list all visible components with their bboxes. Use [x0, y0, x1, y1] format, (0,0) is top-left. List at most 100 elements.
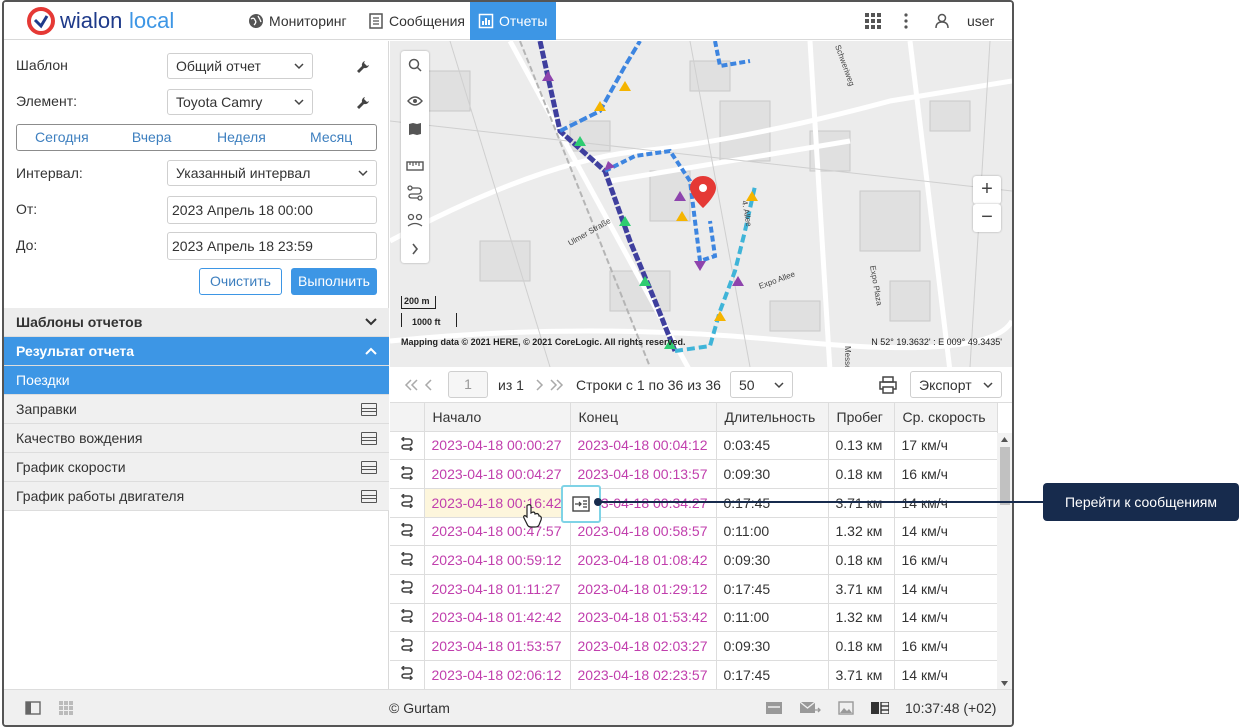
trip-route-icon[interactable] [400, 436, 414, 452]
zoom-out-button[interactable]: − [973, 204, 1001, 232]
wialon-logo[interactable]: wialon local [26, 6, 221, 36]
clear-button[interactable]: Очистить [199, 268, 282, 295]
prev-page-icon[interactable] [424, 379, 432, 391]
table-scrollbar[interactable] [997, 433, 1012, 689]
trip-route-icon[interactable] [400, 522, 414, 538]
trip-route-icon[interactable] [400, 637, 414, 653]
cell-end[interactable]: 2023-04-18 00:04:12 [570, 431, 717, 461]
scroll-up-icon[interactable] [1001, 437, 1008, 442]
chevron-right-icon[interactable] [401, 235, 429, 263]
result-item-driving-quality[interactable]: Качество вождения [4, 424, 389, 453]
to-input[interactable]: 2023 Апрель 18 23:59 [167, 232, 377, 260]
cell-end[interactable]: 2023-04-18 01:08:42 [570, 545, 717, 575]
trip-route-icon[interactable] [400, 579, 414, 595]
column-header-mileage[interactable]: Пробег [828, 403, 895, 432]
cell-start[interactable]: 2023-04-18 00:00:27 [424, 431, 571, 461]
print-icon[interactable] [879, 376, 897, 394]
cell-start[interactable]: 2023-04-18 01:53:57 [424, 631, 571, 661]
eye-icon[interactable] [401, 87, 429, 115]
cell-start[interactable]: 2023-04-18 01:42:42 [424, 603, 571, 633]
period-week[interactable]: Неделя [197, 125, 287, 150]
column-header-start[interactable]: Начало [424, 403, 571, 432]
cell-start[interactable]: 2023-04-18 00:16:42 [424, 488, 571, 518]
geofence-icon[interactable] [401, 207, 429, 235]
table-row[interactable]: 2023-04-18 00:04:27 2023-04-18 00:13:57 0:… [390, 459, 998, 489]
trip-icon-cell[interactable] [390, 574, 425, 604]
table-row[interactable]: 2023-04-18 01:11:27 2023-04-18 01:29:12 0:… [390, 574, 998, 604]
cell-end[interactable]: 2023-04-18 02:23:57 [570, 660, 717, 689]
period-month[interactable]: Месяц [286, 125, 376, 150]
table-row[interactable]: 2023-04-18 01:42:42 2023-04-18 01:53:42 0:… [390, 603, 998, 633]
trip-icon-cell[interactable] [390, 660, 425, 689]
run-button[interactable]: Выполнить [291, 268, 377, 295]
notifications-icon[interactable] [765, 701, 783, 715]
user-menu[interactable]: user [934, 2, 994, 40]
mail-icon[interactable] [799, 701, 821, 715]
wrench-icon[interactable] [356, 60, 370, 74]
page-number-input[interactable]: 1 [448, 371, 488, 398]
table-row[interactable]: 2023-04-18 01:53:57 2023-04-18 02:03:27 0:… [390, 631, 998, 661]
panel-toggle-icon[interactable] [25, 701, 41, 715]
scrollbar-thumb[interactable] [1000, 447, 1010, 505]
table-row[interactable]: 2023-04-18 00:00:27 2023-04-18 00:04:12 0:… [390, 431, 998, 461]
zoom-in-button[interactable]: + [973, 176, 1001, 204]
table-row[interactable]: 2023-04-18 00:47:57 2023-04-18 00:58:57 0:… [390, 517, 998, 547]
ruler-icon[interactable] [401, 151, 429, 179]
trip-icon-cell[interactable] [390, 459, 425, 489]
wrench-icon[interactable] [356, 96, 370, 110]
cell-start[interactable]: 2023-04-18 00:47:57 [424, 517, 571, 547]
table-icon[interactable] [361, 431, 377, 445]
cell-end[interactable]: 2023-04-18 01:53:42 [570, 603, 717, 633]
interval-select[interactable]: Указанный интервал [167, 160, 377, 186]
cell-start[interactable]: 2023-04-18 00:59:12 [424, 545, 571, 575]
page-size-select[interactable]: 50 [730, 371, 793, 398]
table-row[interactable]: 2023-04-18 00:59:12 2023-04-18 01:08:42 0:… [390, 545, 998, 575]
table-icon[interactable] [361, 460, 377, 474]
export-select[interactable]: Экспорт [910, 371, 1002, 398]
scroll-down-icon[interactable] [1001, 681, 1008, 686]
trip-icon-cell[interactable] [390, 517, 425, 547]
table-icon[interactable] [361, 402, 377, 416]
first-page-icon[interactable] [404, 379, 418, 391]
cell-start[interactable]: 2023-04-18 00:04:27 [424, 459, 571, 489]
cell-start[interactable]: 2023-04-18 02:06:12 [424, 660, 571, 689]
map-layers-icon[interactable] [401, 115, 429, 143]
grid-view-icon[interactable] [59, 701, 73, 715]
template-select[interactable]: Общий отчет [167, 53, 313, 79]
nav-monitoring[interactable]: Мониторинг [240, 2, 355, 40]
period-yesterday[interactable]: Вчера [107, 125, 197, 150]
trip-icon-cell[interactable] [390, 545, 425, 575]
result-section-header[interactable]: Результат отчета [4, 337, 389, 366]
last-page-icon[interactable] [550, 379, 564, 391]
map-view[interactable]: Ulmer Straße Expo Allee 4. Allee Expo Pl… [390, 41, 1012, 367]
image-icon[interactable] [838, 701, 854, 715]
trip-route-icon[interactable] [400, 465, 414, 481]
map-search-icon[interactable] [401, 51, 429, 79]
cell-start[interactable]: 2023-04-18 01:11:27 [424, 574, 571, 604]
trip-route-icon[interactable] [400, 608, 414, 624]
trip-route-icon[interactable] [400, 493, 414, 509]
trip-icon-cell[interactable] [390, 488, 425, 518]
column-header-duration[interactable]: Длительность [716, 403, 829, 432]
trip-route-icon[interactable] [400, 551, 414, 567]
result-item-speed-chart[interactable]: График скорости [4, 453, 389, 482]
templates-section-header[interactable]: Шаблоны отчетов [4, 308, 389, 337]
cell-end[interactable]: 2023-04-18 01:29:12 [570, 574, 717, 604]
cell-end[interactable]: 2023-04-18 02:03:27 [570, 631, 717, 661]
trip-route-icon[interactable] [400, 665, 414, 681]
more-menu-icon[interactable] [904, 2, 908, 40]
element-select[interactable]: Toyota Camry [167, 89, 313, 115]
nav-reports[interactable]: Отчеты [470, 2, 556, 40]
route-icon[interactable] [401, 179, 429, 207]
trip-icon-cell[interactable] [390, 603, 425, 633]
result-item-refuels[interactable]: Заправки [4, 395, 389, 424]
period-today[interactable]: Сегодня [17, 125, 107, 150]
trip-icon-cell[interactable] [390, 431, 425, 461]
next-page-icon[interactable] [536, 379, 544, 391]
table-row[interactable]: 2023-04-18 02:06:12 2023-04-18 02:23:57 0:… [390, 660, 998, 689]
layout-icon[interactable] [871, 702, 889, 714]
table-icon[interactable] [361, 489, 377, 503]
trip-icon-cell[interactable] [390, 631, 425, 661]
column-header-end[interactable]: Конец [570, 403, 717, 432]
result-item-trips[interactable]: Поездки [4, 366, 389, 395]
